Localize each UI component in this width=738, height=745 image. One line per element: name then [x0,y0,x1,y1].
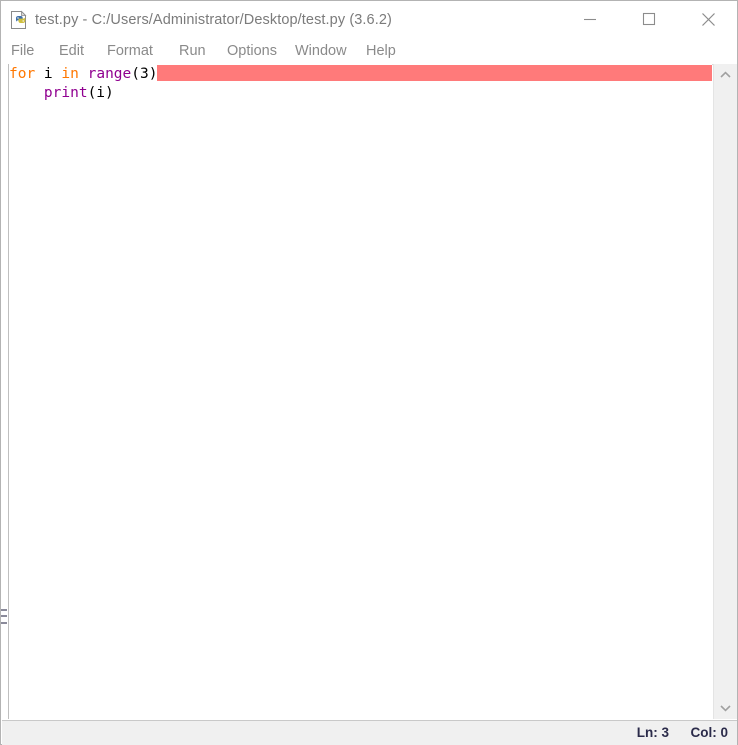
menu-item-window[interactable]: Window [291,38,351,64]
menu-item-format[interactable]: Format [103,38,157,64]
status-column-indicator: Col: 0 [690,725,728,740]
code-token-builtin: range [87,66,132,82]
syntax-error-highlight [157,65,712,81]
code-line[interactable]: print(i) [9,84,712,103]
window-title: test.py - C:/Users/Administrator/Desktop… [35,12,392,28]
status-bar: Ln: 3 Col: 0 [2,720,737,745]
code-token-plain: (i) [87,85,114,101]
menu-bar: File Edit Format Run Options Window Help [1,38,737,65]
code-editor-area[interactable]: for i in range(3) print(i) [9,64,712,719]
menu-item-options[interactable]: Options [223,38,281,64]
code-token-builtin: print [43,85,88,101]
code-token-plain: i [35,66,62,82]
menu-item-file[interactable]: File [7,38,38,64]
code-token-keyword: for [9,66,36,82]
margin-tick [1,615,7,617]
minimize-button[interactable] [567,1,613,37]
close-button[interactable] [685,1,731,37]
margin-tick [1,609,7,611]
title-bar[interactable]: test.py - C:/Users/Administrator/Desktop… [1,1,737,38]
python-file-icon [9,10,29,30]
margin-tick [1,622,7,624]
code-line[interactable]: for i in range(3) [9,65,712,84]
code-content[interactable]: for i in range(3) print(i) [9,65,712,103]
editor-left-margin [1,64,9,719]
menu-item-help[interactable]: Help [362,38,400,64]
idle-editor-window: test.py - C:/Users/Administrator/Desktop… [0,0,738,745]
vertical-scrollbar[interactable] [713,64,737,719]
maximize-button[interactable] [626,1,672,37]
chevron-up-icon[interactable] [714,64,737,86]
menu-item-edit[interactable]: Edit [55,38,88,64]
menu-item-run[interactable]: Run [175,38,210,64]
status-line-indicator: Ln: 3 [636,725,669,740]
code-token-keyword: in [61,66,79,82]
code-token-plain: (3) [131,66,158,82]
chevron-down-icon[interactable] [714,697,737,719]
